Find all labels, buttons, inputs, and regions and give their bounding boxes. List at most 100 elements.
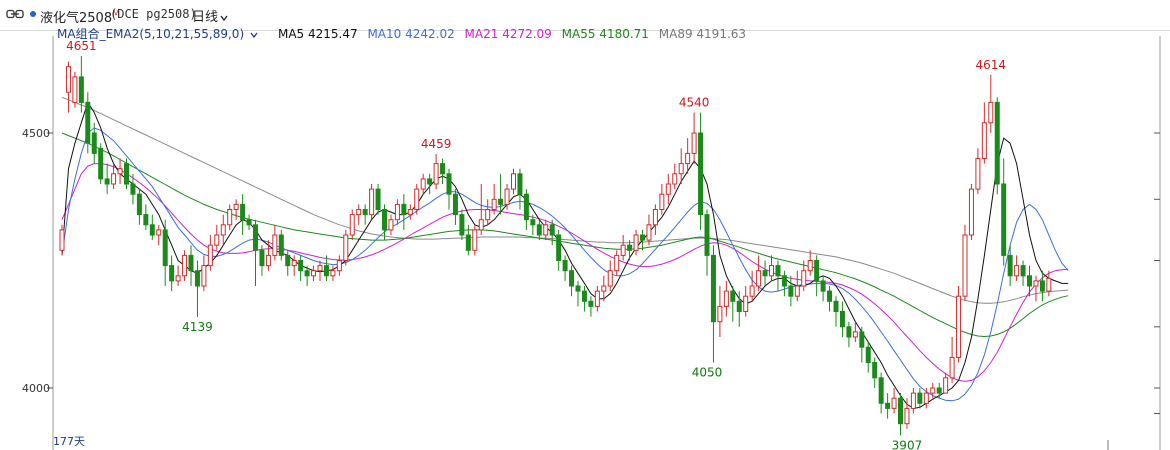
candle-body — [562, 260, 568, 272]
candle-body — [827, 290, 833, 302]
candle — [756, 255, 762, 292]
candle — [136, 189, 142, 225]
candle-body — [736, 300, 742, 312]
candle-body — [504, 188, 510, 205]
candle-body — [581, 290, 587, 302]
candle — [575, 280, 581, 307]
candle — [543, 219, 549, 241]
candle — [104, 163, 110, 195]
candle-body — [298, 260, 304, 272]
candle — [814, 255, 820, 297]
candle — [898, 393, 903, 436]
candle-body — [446, 173, 452, 195]
candle — [459, 209, 465, 241]
candle-body — [801, 270, 807, 287]
candle-body — [240, 203, 246, 221]
candle — [498, 173, 504, 215]
candle-body — [575, 285, 581, 292]
candle — [433, 153, 439, 190]
candle-body — [478, 219, 484, 231]
candle-body — [485, 209, 491, 221]
candle — [1020, 260, 1026, 286]
candle-body — [633, 234, 639, 251]
candle — [562, 255, 568, 281]
candle-body — [865, 346, 871, 364]
candle-body — [981, 122, 987, 160]
candle — [72, 71, 78, 108]
candle-body — [678, 163, 684, 175]
candle-body — [517, 173, 523, 195]
candle-body — [182, 254, 188, 277]
candle — [717, 286, 723, 337]
candle — [523, 189, 529, 230]
candle — [175, 265, 181, 286]
candle-body — [607, 270, 613, 287]
candle — [240, 194, 246, 235]
candle-body — [549, 224, 555, 236]
peak-high-label: 4651 — [66, 39, 97, 53]
candle — [452, 189, 458, 225]
candle-body — [136, 193, 142, 216]
candle-body — [349, 214, 355, 236]
candle-body — [756, 270, 762, 287]
candle-body — [730, 290, 736, 302]
candle — [633, 229, 639, 256]
candle — [743, 286, 749, 317]
candle-body — [194, 270, 200, 287]
candle-body — [369, 188, 375, 216]
y-tick-label: 4000 — [22, 382, 50, 395]
candle-body — [556, 234, 562, 261]
candle-body — [685, 152, 691, 165]
candle-body — [943, 377, 949, 394]
candle — [362, 204, 368, 225]
candle-body — [627, 244, 633, 251]
candle — [949, 337, 955, 383]
candle-body — [427, 178, 433, 185]
candle-body — [923, 392, 929, 404]
candle — [227, 204, 233, 230]
candle-body — [272, 234, 278, 256]
candle-body — [1039, 280, 1045, 292]
candle — [298, 255, 304, 281]
candle-body — [917, 392, 923, 404]
candle-body — [620, 244, 626, 256]
candle-body — [175, 275, 181, 282]
chart-axes: 4000 4500 — [22, 36, 1161, 450]
candle — [407, 204, 413, 220]
candle-body — [291, 260, 297, 267]
candle — [691, 112, 697, 164]
candle — [336, 255, 342, 276]
candle-body — [78, 76, 84, 103]
candle — [788, 275, 794, 307]
candle — [672, 163, 678, 190]
candle-body — [968, 188, 974, 236]
candle — [143, 204, 149, 230]
candle-body — [465, 234, 471, 251]
candle — [317, 260, 323, 281]
candle — [330, 265, 336, 281]
candle-body — [878, 377, 884, 404]
candle — [194, 260, 200, 318]
candle-body — [330, 270, 336, 277]
peak-high-label: 4540 — [679, 96, 710, 110]
candle-body — [304, 270, 310, 277]
candle-body — [491, 198, 497, 211]
candle-body — [859, 331, 865, 348]
candle-body — [433, 163, 439, 185]
candle — [910, 388, 916, 414]
candle-body — [156, 229, 162, 236]
peak-low-label: 3907 — [892, 438, 923, 450]
candle-body — [472, 229, 478, 251]
candle-body — [375, 188, 381, 211]
candle-body — [382, 209, 387, 231]
candle-body — [704, 214, 710, 256]
candle-body — [207, 244, 213, 267]
candle — [762, 260, 768, 286]
candlestick-chart[interactable]: 4000 4500 4651 4139 4459 4540 4050 3907 4614 — [0, 0, 1170, 450]
candle-body — [523, 193, 529, 221]
candle-body — [852, 331, 858, 338]
candle-body — [814, 260, 820, 282]
candle-body — [956, 295, 962, 358]
candle-body — [885, 402, 891, 409]
candle — [652, 204, 658, 235]
